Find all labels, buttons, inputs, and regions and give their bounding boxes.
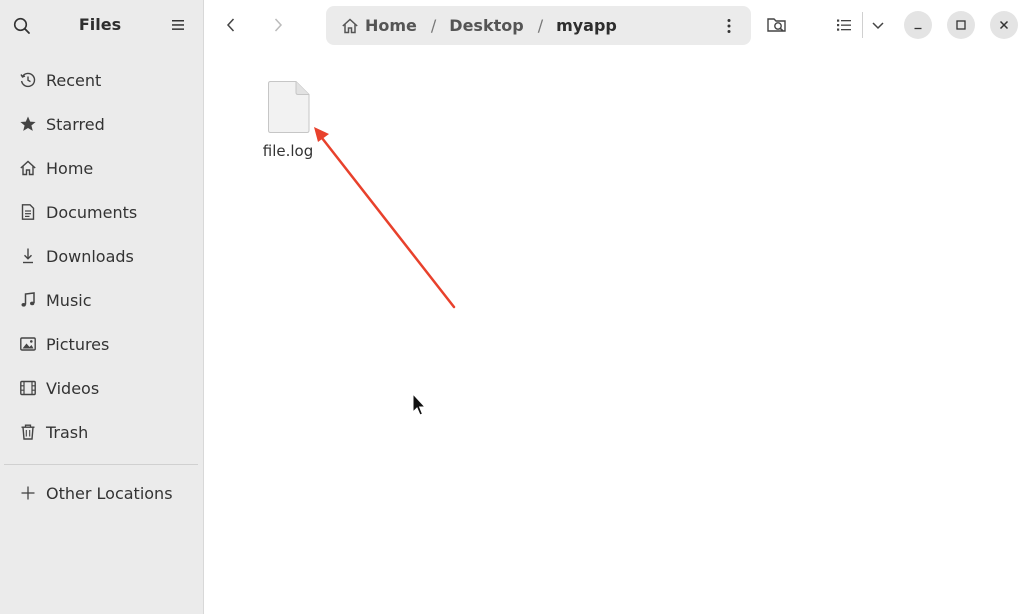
text-file-icon [265,80,311,138]
sidebar-item-label: Music [46,290,92,310]
music-icon [19,291,37,309]
minimize-icon [914,27,922,30]
document-icon [19,203,37,221]
forward-button[interactable] [265,12,291,38]
video-icon [19,379,37,397]
home-icon [19,159,37,177]
plus-icon [19,484,37,502]
sidebar-item-label: Downloads [46,246,134,266]
header-bar: Home / Desktop / myapp [204,0,1024,50]
sidebar-item-recent[interactable]: Recent [0,58,204,102]
list-view-icon [837,19,851,31]
sidebar-other-locations-section: Other Locations [0,471,204,515]
sidebar-separator [4,464,198,465]
sidebar-item-documents[interactable]: Documents [0,190,204,234]
hamburger-menu-icon[interactable] [170,17,186,33]
crumb-current[interactable]: myapp [556,16,617,35]
close-button[interactable] [990,11,1018,39]
sidebar-header: Files [0,0,204,50]
file-name: file.log [262,142,314,160]
list-view-button[interactable] [831,12,857,38]
chevron-right-icon [274,18,283,32]
minimize-button[interactable] [904,11,932,39]
kebab-menu-icon[interactable] [719,16,739,36]
sidebar-item-starred[interactable]: Starred [0,102,204,146]
path-separator: / [537,16,544,35]
search-folder-icon [767,18,786,32]
sidebar-item-trash[interactable]: Trash [0,410,204,454]
sidebar-item-label: Home [46,158,94,178]
close-icon [999,20,1009,30]
maximize-button[interactable] [947,11,975,39]
chevron-down-icon [872,22,884,30]
sidebar-item-label: Other Locations [46,483,173,503]
view-options-button[interactable] [865,12,891,38]
sidebar-item-music[interactable]: Music [0,278,204,322]
chevron-left-icon [226,18,235,32]
sidebar-item-other-locations[interactable]: Other Locations [0,471,204,515]
download-icon [19,247,37,265]
clock-icon [19,71,37,89]
sidebar-item-label: Recent [46,70,102,90]
file-view[interactable]: file.log [205,50,1024,614]
sidebar-item-label: Videos [46,378,100,398]
sidebar-item-videos[interactable]: Videos [0,366,204,410]
crumb-label: myapp [556,16,617,35]
crumb-label: Desktop [449,16,524,35]
toolbar-divider [862,12,863,38]
crumb-desktop[interactable]: Desktop [449,16,523,35]
sidebar-item-pictures[interactable]: Pictures [0,322,204,366]
crumb-label: Home [365,16,417,35]
sidebar-item-label: Starred [46,114,105,134]
sidebar-item-label: Pictures [46,334,110,354]
picture-icon [19,335,37,353]
path-separator: / [430,16,437,35]
search-location-button[interactable] [764,12,790,38]
sidebar-places-list: Recent Starred Home Documents Downloads [0,58,204,454]
crumb-home[interactable]: Home [341,16,417,35]
sidebar-item-downloads[interactable]: Downloads [0,234,204,278]
sidebar-item-home[interactable]: Home [0,146,204,190]
star-icon [19,115,37,133]
path-bar: Home / Desktop / myapp [326,6,751,45]
sidebar: Files Recent Starred Home Documents Down… [0,0,204,614]
maximize-icon [956,20,966,30]
sidebar-item-label: Documents [46,202,138,222]
back-button[interactable] [218,12,244,38]
sidebar-item-label: Trash [46,422,89,442]
home-icon [342,17,358,33]
trash-icon [19,423,37,441]
